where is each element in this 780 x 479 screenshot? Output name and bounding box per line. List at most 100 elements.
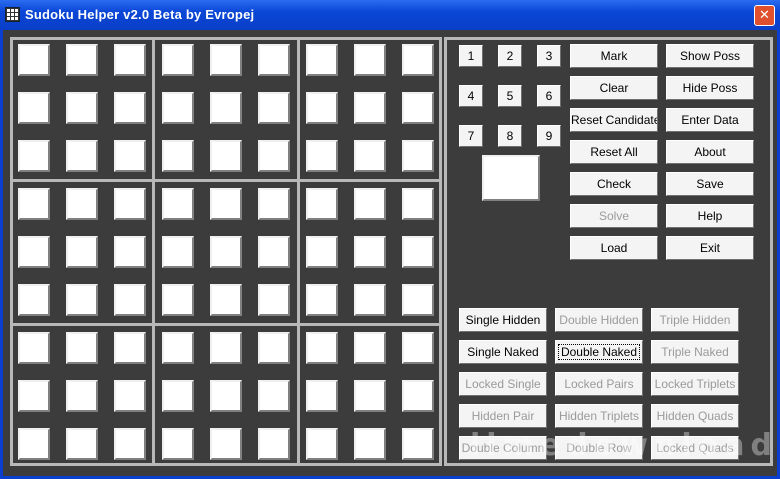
sudoku-cell[interactable] xyxy=(354,284,386,316)
digit-button-4[interactable]: 4 xyxy=(459,85,483,107)
sudoku-cell[interactable] xyxy=(18,236,50,268)
mark-button[interactable]: Mark xyxy=(570,44,658,68)
sudoku-cell[interactable] xyxy=(18,380,50,412)
sudoku-cell[interactable] xyxy=(66,380,98,412)
sudoku-cell[interactable] xyxy=(210,236,242,268)
sudoku-cell[interactable] xyxy=(306,380,338,412)
digit-button-9[interactable]: 9 xyxy=(537,125,561,147)
double-hidden-button[interactable]: Double Hidden xyxy=(555,308,643,332)
sudoku-cell[interactable] xyxy=(210,188,242,220)
sudoku-cell[interactable] xyxy=(162,236,194,268)
sudoku-cell[interactable] xyxy=(306,332,338,364)
sudoku-cell[interactable] xyxy=(18,428,50,460)
sudoku-cell[interactable] xyxy=(402,92,434,124)
sudoku-cell[interactable] xyxy=(114,140,146,172)
sudoku-cell[interactable] xyxy=(402,188,434,220)
locked-pairs-button[interactable]: Locked Pairs xyxy=(555,372,643,396)
save-button[interactable]: Save xyxy=(666,172,754,196)
sudoku-cell[interactable] xyxy=(354,332,386,364)
hidden-pair-button[interactable]: Hidden Pair xyxy=(459,404,547,428)
show-poss-button[interactable]: Show Poss xyxy=(666,44,754,68)
reset-all-button[interactable]: Reset All xyxy=(570,140,658,164)
sudoku-cell[interactable] xyxy=(306,44,338,76)
sudoku-cell[interactable] xyxy=(210,380,242,412)
sudoku-cell[interactable] xyxy=(306,284,338,316)
hide-poss-button[interactable]: Hide Poss xyxy=(666,76,754,100)
sudoku-cell[interactable] xyxy=(306,188,338,220)
solve-button[interactable]: Solve xyxy=(570,204,658,228)
sudoku-cell[interactable] xyxy=(162,428,194,460)
sudoku-cell[interactable] xyxy=(354,380,386,412)
sudoku-cell[interactable] xyxy=(18,92,50,124)
hidden-triplets-button[interactable]: Hidden Triplets xyxy=(555,404,643,428)
double-naked-button[interactable]: Double Naked xyxy=(555,340,643,364)
sudoku-cell[interactable] xyxy=(114,332,146,364)
sudoku-cell[interactable] xyxy=(402,332,434,364)
hidden-quads-button[interactable]: Hidden Quads xyxy=(651,404,739,428)
single-naked-button[interactable]: Single Naked xyxy=(459,340,547,364)
sudoku-cell[interactable] xyxy=(114,284,146,316)
sudoku-cell[interactable] xyxy=(18,332,50,364)
sudoku-cell[interactable] xyxy=(402,236,434,268)
sudoku-cell[interactable] xyxy=(258,428,290,460)
digit-button-5[interactable]: 5 xyxy=(498,85,522,107)
digit-button-1[interactable]: 1 xyxy=(459,45,483,67)
sudoku-cell[interactable] xyxy=(114,428,146,460)
locked-single-button[interactable]: Locked Single xyxy=(459,372,547,396)
sudoku-cell[interactable] xyxy=(114,188,146,220)
sudoku-cell[interactable] xyxy=(66,92,98,124)
sudoku-cell[interactable] xyxy=(114,380,146,412)
sudoku-cell[interactable] xyxy=(258,236,290,268)
sudoku-cell[interactable] xyxy=(210,140,242,172)
digit-button-2[interactable]: 2 xyxy=(498,45,522,67)
sudoku-cell[interactable] xyxy=(162,188,194,220)
triple-naked-button[interactable]: Triple Naked xyxy=(651,340,739,364)
sudoku-cell[interactable] xyxy=(114,236,146,268)
sudoku-cell[interactable] xyxy=(18,284,50,316)
sudoku-cell[interactable] xyxy=(354,236,386,268)
sudoku-cell[interactable] xyxy=(258,44,290,76)
digit-button-8[interactable]: 8 xyxy=(498,125,522,147)
sudoku-cell[interactable] xyxy=(162,284,194,316)
about-button[interactable]: About xyxy=(666,140,754,164)
sudoku-cell[interactable] xyxy=(210,284,242,316)
check-button[interactable]: Check xyxy=(570,172,658,196)
sudoku-cell[interactable] xyxy=(18,188,50,220)
help-button[interactable]: Help xyxy=(666,204,754,228)
sudoku-cell[interactable] xyxy=(354,140,386,172)
sudoku-cell[interactable] xyxy=(258,140,290,172)
sudoku-cell[interactable] xyxy=(210,44,242,76)
single-hidden-button[interactable]: Single Hidden xyxy=(459,308,547,332)
clear-button[interactable]: Clear xyxy=(570,76,658,100)
sudoku-cell[interactable] xyxy=(66,236,98,268)
close-button[interactable]: ✕ xyxy=(754,5,775,26)
sudoku-cell[interactable] xyxy=(18,140,50,172)
triple-hidden-button[interactable]: Triple Hidden xyxy=(651,308,739,332)
sudoku-cell[interactable] xyxy=(402,284,434,316)
sudoku-cell[interactable] xyxy=(114,44,146,76)
sudoku-cell[interactable] xyxy=(354,44,386,76)
sudoku-cell[interactable] xyxy=(402,380,434,412)
sudoku-cell[interactable] xyxy=(66,284,98,316)
digit-button-6[interactable]: 6 xyxy=(537,85,561,107)
sudoku-cell[interactable] xyxy=(258,188,290,220)
exit-button[interactable]: Exit xyxy=(666,236,754,260)
sudoku-cell[interactable] xyxy=(162,332,194,364)
sudoku-cell[interactable] xyxy=(258,92,290,124)
sudoku-cell[interactable] xyxy=(354,428,386,460)
sudoku-cell[interactable] xyxy=(306,236,338,268)
sudoku-cell[interactable] xyxy=(162,380,194,412)
sudoku-cell[interactable] xyxy=(162,92,194,124)
sudoku-cell[interactable] xyxy=(354,92,386,124)
sudoku-cell[interactable] xyxy=(162,140,194,172)
sudoku-cell[interactable] xyxy=(402,44,434,76)
sudoku-cell[interactable] xyxy=(258,332,290,364)
sudoku-cell[interactable] xyxy=(66,188,98,220)
sudoku-cell[interactable] xyxy=(210,332,242,364)
sudoku-cell[interactable] xyxy=(402,140,434,172)
locked-triplets-button[interactable]: Locked Triplets xyxy=(651,372,739,396)
sudoku-cell[interactable] xyxy=(306,92,338,124)
title-bar[interactable]: Sudoku Helper v2.0 Beta by Evropej ✕ xyxy=(0,0,780,30)
sudoku-cell[interactable] xyxy=(66,140,98,172)
sudoku-cell[interactable] xyxy=(66,428,98,460)
